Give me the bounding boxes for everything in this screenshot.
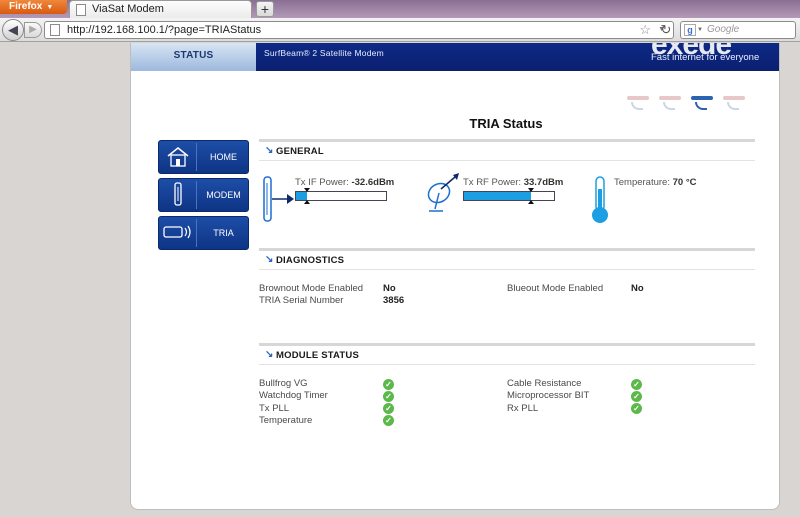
gauge-fill [296, 192, 307, 200]
check-icon: ✓ [383, 403, 394, 415]
gauge-fill [464, 192, 531, 200]
url-bar[interactable]: http://192.168.100.1/?page=TRIAStatus ☆ … [44, 21, 674, 39]
brownout-mode-label: Brownout Mode Enabled [259, 283, 364, 294]
chevron-down-icon: ▼ [46, 4, 54, 11]
module-status-label: Rx PLL [507, 402, 539, 414]
nav-modem-label: MODEM [206, 190, 241, 200]
tria-serial-value: 3856 [383, 295, 405, 306]
module-status-title: MODULE STATUS [276, 350, 359, 361]
browser-tab-strip: Firefox ▼ ViaSat Modem + [0, 0, 800, 18]
module-status-label: Tx PLL [259, 402, 290, 414]
gauge-marker [303, 200, 310, 204]
tria-serial-label: TRIA Serial Number [259, 295, 344, 306]
forward-button[interactable]: ▶ [24, 22, 42, 38]
nav-tria-label: TRIA [213, 228, 234, 238]
check-icon: ✓ [631, 378, 642, 390]
page-icon [50, 24, 60, 36]
brand-tagline: Fast internet for everyone [651, 52, 760, 63]
reload-icon: ↻ [660, 22, 672, 37]
modem-icon [161, 181, 197, 209]
url-text: http://192.168.100.1/?page=TRIAStatus [67, 24, 262, 36]
arrow-down-right-icon: ↘ [265, 349, 274, 360]
general-title: GENERAL [276, 146, 324, 157]
new-tab-button[interactable]: + [256, 1, 274, 17]
header-banner: STATUS SurfBeam® 2 Satellite Modem exede… [131, 43, 779, 71]
page-title: TRIA Status [469, 116, 543, 131]
check-icon: ✓ [383, 378, 394, 390]
search-input[interactable]: g ▼ Google [680, 21, 796, 39]
search-placeholder: Google [707, 24, 740, 35]
tab-status[interactable]: STATUS [131, 43, 256, 71]
reload-button[interactable]: ↻ [658, 21, 674, 39]
blueout-mode-label: Blueout Mode Enabled [507, 283, 604, 294]
firefox-menu-button[interactable]: Firefox ▼ [0, 0, 67, 14]
module-status-label: Bullfrog VG [259, 378, 308, 389]
module-status-section: ↘ MODULE STATUS Bullfrog VG ✓ Watchdog Tim… [259, 343, 755, 443]
diagnostics-header: ↘ DIAGNOSTICS [259, 248, 755, 270]
google-icon[interactable]: g [684, 24, 696, 36]
check-icon: ✓ [631, 390, 642, 402]
nav-modem-button[interactable]: MODEM [158, 178, 249, 212]
gauge-marker [527, 200, 534, 204]
page-icon [76, 4, 86, 16]
blueout-mode-value: No [631, 283, 644, 294]
check-icon: ✓ [383, 415, 394, 427]
arrow-down-right-icon: ↘ [265, 254, 274, 265]
nav-home-button[interactable]: HOME [158, 140, 249, 174]
gauge-marker [303, 188, 310, 192]
diagnostics-title: DIAGNOSTICS [276, 255, 345, 266]
chevron-down-icon[interactable]: ▼ [697, 22, 703, 38]
diagnostics-section: ↘ DIAGNOSTICS Brownout Mode Enabled No T… [259, 248, 755, 323]
nav-tria-button[interactable]: TRIA [158, 216, 249, 250]
module-status-label: Cable Resistance [507, 378, 582, 389]
page-icons [625, 93, 751, 113]
arrow-right-icon: ▶ [29, 24, 37, 35]
product-name: SurfBeam® 2 Satellite Modem [264, 48, 384, 58]
bookmark-star-icon[interactable]: ☆ [639, 22, 651, 38]
check-icon: ✓ [631, 403, 642, 415]
arrow-down-right-icon: ↘ [265, 145, 274, 156]
firefox-menu-label: Firefox [9, 1, 43, 12]
temperature-label: Temperature: 70 °C [614, 177, 697, 188]
module-status-label: Temperature [259, 414, 313, 426]
tx-rf-power-gauge [463, 188, 555, 204]
tx-rf-power-value: 33.7dBm [523, 177, 564, 188]
page-icon-2[interactable] [657, 93, 683, 111]
module-status-label: Watchdog Timer [259, 390, 328, 402]
general-header: ↘ GENERAL [259, 139, 755, 161]
home-icon [161, 143, 197, 171]
page-icon-3-active[interactable] [689, 93, 715, 111]
tx-if-power-value: -32.6dBm [351, 177, 395, 188]
tx-rf-power-label: Tx RF Power: 33.7dBm [463, 177, 564, 188]
gauge-marker [527, 188, 534, 192]
page-icon-4[interactable] [721, 93, 747, 111]
arrow-left-icon: ◀ [8, 22, 18, 37]
tria-icon [161, 219, 197, 247]
brownout-mode-value: No [383, 283, 396, 294]
check-icon: ✓ [383, 390, 394, 402]
nav-home-label: HOME [210, 152, 237, 162]
browser-tab-title: ViaSat Modem [92, 3, 164, 15]
thermometer-icon [592, 176, 608, 223]
module-status-header: ↘ MODULE STATUS [259, 343, 755, 365]
satellite-dish-icon [427, 173, 459, 212]
browser-nav-bar: ◀ ▶ http://192.168.100.1/?page=TRIAStatu… [0, 18, 800, 42]
module-status-label: Microprocessor BIT [507, 390, 590, 402]
tx-if-icon [263, 176, 294, 222]
page-icon-1[interactable] [625, 93, 651, 111]
general-section: ↘ GENERAL Tx IF Power: -32.6dBm Tx RF Po… [259, 139, 755, 247]
tx-if-power-gauge [295, 188, 387, 204]
browser-tab[interactable]: ViaSat Modem [69, 0, 252, 18]
temperature-value: 70 °C [672, 177, 697, 188]
tx-if-power-label: Tx IF Power: -32.6dBm [295, 177, 395, 188]
back-button[interactable]: ◀ [2, 19, 24, 41]
modem-page: STATUS SurfBeam® 2 Satellite Modem exede… [130, 43, 780, 510]
